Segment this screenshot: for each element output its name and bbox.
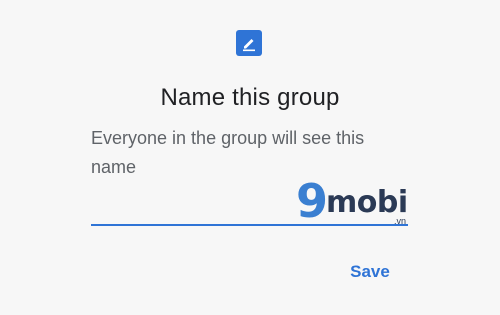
group-name-field[interactable] — [91, 190, 408, 226]
dialog-title: Name this group — [160, 84, 340, 111]
dialog-subtitle: Everyone in the group will see this name — [91, 128, 365, 177]
name-group-dialog: Name this group Everyone in the group wi… — [0, 0, 500, 315]
save-button[interactable]: Save — [340, 258, 400, 286]
edit-icon — [236, 30, 262, 56]
